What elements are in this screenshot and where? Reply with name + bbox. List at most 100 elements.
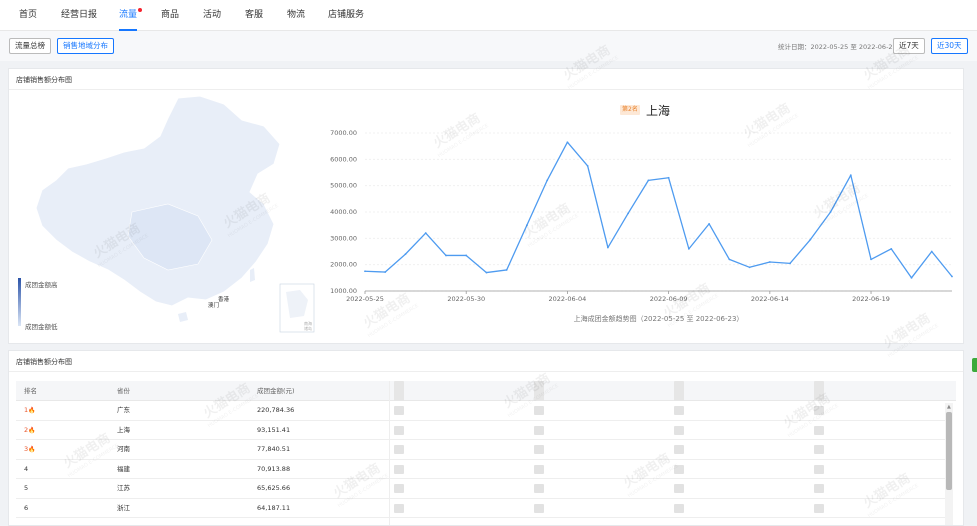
cell-rank: 5 xyxy=(24,479,28,498)
data-point xyxy=(708,222,711,225)
china-map[interactable]: 南海 诸岛 xyxy=(28,92,318,337)
map-mainland xyxy=(35,95,281,307)
map-label-hongkong: 香港 xyxy=(218,297,230,303)
cell-province: 河南 xyxy=(117,445,130,453)
table-row[interactable]: 4 福建 70,913.88 xyxy=(16,460,946,479)
nav-item-traffic[interactable]: 流量 xyxy=(119,0,143,31)
blurred-cell xyxy=(814,406,824,415)
table-row[interactable]: 1🔥 广东 220,784.36 xyxy=(16,401,946,421)
tab-sales-region[interactable]: 销售地域分布 xyxy=(57,38,114,54)
cell-rank: 6 xyxy=(24,499,28,518)
nav-item-home[interactable]: 首页 xyxy=(19,0,37,31)
data-point xyxy=(789,262,791,265)
nav-item-products[interactable]: 商品 xyxy=(161,0,179,31)
x-tick-label: 2022-05-30 xyxy=(447,295,485,303)
rank-number: 4 xyxy=(24,464,29,473)
sales-table: 排名 省份 成团金额(元) 1🔥 广东 220,784.36 2🔥 上海 93,151.4… xyxy=(16,381,956,525)
y-tick-label: 4000.00 xyxy=(330,208,357,216)
blurred-header-cell xyxy=(534,381,544,401)
cell-rank: 2🔥 xyxy=(24,421,36,440)
data-point xyxy=(849,174,852,177)
blurred-cell xyxy=(814,445,824,454)
table-row[interactable]: 5 江苏 65,625.66 xyxy=(16,479,946,499)
nav-item-store-services[interactable]: 店铺服务 xyxy=(328,0,364,31)
x-tick-label: 2022-06-04 xyxy=(549,295,587,303)
tab-traffic-ranking[interactable]: 流量总榜 xyxy=(9,38,51,54)
x-tick-label: 2022-06-14 xyxy=(751,295,789,303)
rank-number: 6 xyxy=(24,503,29,512)
table-scrollbar-thumb[interactable] xyxy=(946,412,952,490)
data-point xyxy=(829,211,832,213)
cell-province: 上海 xyxy=(117,425,130,434)
cell-amount: 70,913.88 xyxy=(257,464,291,473)
cell-amount: 64,187.11 xyxy=(257,503,291,512)
table-header: 排名 省份 成团金额(元) xyxy=(16,381,956,401)
data-point xyxy=(890,247,893,250)
blurred-cell xyxy=(674,425,684,435)
data-point xyxy=(384,271,387,273)
table-row[interactable]: 3🔥 河南 77,840.51 xyxy=(16,440,946,460)
blurred-cell xyxy=(394,406,404,415)
data-point xyxy=(546,179,549,182)
data-point xyxy=(586,165,589,167)
blurred-cell xyxy=(814,464,824,474)
nav-item-activities[interactable]: 活动 xyxy=(203,0,221,31)
blurred-cell xyxy=(394,484,404,493)
data-point xyxy=(627,212,630,215)
blurred-cell xyxy=(674,484,684,493)
legend-high-label: 成团金额高 xyxy=(25,281,58,289)
y-tick-label: 2000.00 xyxy=(330,261,357,269)
trend-line-chart[interactable]: 7000.00 6000.00 5000.00 4000.00 3000.00 2000.… xyxy=(320,124,960,329)
stat-date-range: 统计日期：2022-05-25 至 2022-06-23 xyxy=(778,43,897,51)
y-tick-label: 1000.00 xyxy=(330,287,357,295)
scroll-up-icon[interactable]: ▲ xyxy=(947,404,951,410)
legend-low-label: 成团金额低 xyxy=(25,323,58,331)
fire-icon: 🔥 xyxy=(28,446,36,453)
nav-item-daily-report[interactable]: 经营日报 xyxy=(61,0,97,31)
blurred-header-cell xyxy=(814,381,824,401)
side-feedback-tab[interactable] xyxy=(972,358,977,372)
y-tick-label: 3000.00 xyxy=(330,234,357,242)
data-point xyxy=(647,179,650,182)
blurred-header-cell xyxy=(674,381,684,401)
data-point xyxy=(809,238,812,241)
data-point xyxy=(424,232,427,234)
blurred-cell xyxy=(394,503,404,513)
header-amount: 成团金额(元) xyxy=(257,387,295,395)
cell-rank: 1🔥 xyxy=(24,401,36,420)
range-7-days-button[interactable]: 近7天 xyxy=(893,38,925,54)
cell-province: 浙江 xyxy=(117,503,130,512)
cell-province: 福建 xyxy=(117,464,130,473)
data-point xyxy=(465,254,468,257)
data-point xyxy=(930,250,933,253)
table-row[interactable]: 2🔥 上海 93,151.41 xyxy=(16,421,946,440)
y-tick-label: 6000.00 xyxy=(330,155,357,163)
blurred-cell xyxy=(814,484,824,493)
map-label-macau: 澳门 xyxy=(208,303,220,309)
inset-label-2: 诸岛 xyxy=(304,325,312,331)
blurred-cell xyxy=(534,425,544,435)
toolbar: 流量总榜 销售地域分布 统计日期：2022-05-25 至 2022-06-23… xyxy=(0,31,977,61)
data-point xyxy=(748,266,751,269)
series-line-shanghai xyxy=(364,141,953,279)
x-tick-label: 2022-06-19 xyxy=(852,295,890,303)
nav-item-logistics[interactable]: 物流 xyxy=(287,0,305,31)
blurred-cell xyxy=(534,406,544,415)
cell-province: 广东 xyxy=(117,406,130,414)
rank-badge: 第2名 xyxy=(620,105,640,115)
blurred-header-cell xyxy=(394,381,404,401)
nav-item-customer-service[interactable]: 客服 xyxy=(245,0,263,31)
data-point xyxy=(606,246,609,249)
range-30-days-button[interactable]: 近30天 xyxy=(931,38,968,54)
data-point xyxy=(728,258,731,261)
blurred-cell xyxy=(534,503,544,513)
chart-title: 上海成团金额趋势图（2022-05-25 至 2022-06-23） xyxy=(574,314,744,323)
data-point xyxy=(687,247,690,250)
blurred-cell xyxy=(394,445,404,454)
fire-icon: 🔥 xyxy=(28,407,36,414)
rank-number: 5 xyxy=(24,484,29,492)
notification-dot xyxy=(138,8,143,12)
blurred-cell xyxy=(814,425,824,435)
blurred-cell xyxy=(534,484,544,493)
table-row[interactable]: 6 浙江 64,187.11 xyxy=(16,499,946,518)
